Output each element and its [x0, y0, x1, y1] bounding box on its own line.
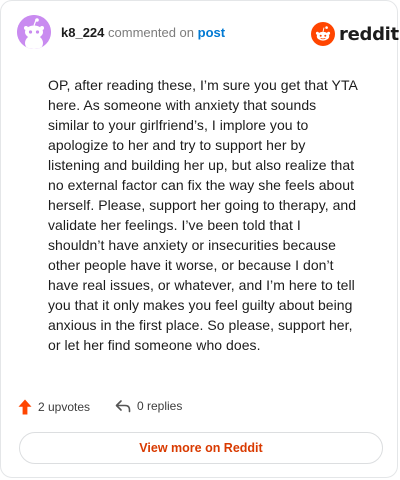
comment-line: no external factor can fix the way she f… [48, 177, 355, 193]
comment-line: other people have it worse, or because I… [48, 257, 334, 273]
user-avatar[interactable] [17, 15, 51, 49]
username[interactable]: k8_224 [61, 25, 104, 40]
comment-body: OP, after reading these, I’m sure you ge… [48, 75, 374, 355]
snoo-avatar-icon [17, 15, 51, 49]
comment-line: apologize to her and try to support her … [48, 137, 306, 153]
comment-line: or let her find someone who does. [48, 337, 261, 353]
comment-line: you that it only makes you feel guilty a… [48, 297, 353, 313]
comment-line: anxious in the first place. So please, s… [48, 317, 353, 333]
reply-count: 0 replies [137, 399, 183, 413]
comment-card: k8_224 commented on post reddit OP, afte… [0, 0, 399, 478]
reddit-logo[interactable]: reddit [311, 21, 399, 47]
reddit-logo-icon [311, 22, 335, 46]
reddit-wordmark: reddit [339, 23, 399, 45]
post-link[interactable]: post [198, 25, 225, 40]
comment-line: similar to your girlfriend’s, I implore … [48, 117, 309, 133]
comment-line: herself. Please, support her going to th… [48, 197, 357, 213]
upvote-control[interactable]: 2 upvotes [18, 399, 90, 415]
view-more-button[interactable]: View more on Reddit [19, 432, 383, 464]
comment-line: listening and building her up, but also … [48, 157, 355, 173]
comment-line: here. As someone with anxiety that sound… [48, 97, 317, 113]
comment-line: shouldn’t have anxiety or insecurities b… [48, 237, 336, 253]
comment-line: validate her feelings. I’ve been told th… [48, 217, 301, 233]
reply-arrow-icon [115, 400, 131, 413]
comment-line: have real issues, or whatever, and I’m h… [48, 277, 355, 293]
commented-on-text: commented on [108, 25, 195, 40]
upvote-count: 2 upvotes [38, 400, 91, 414]
upvote-arrow-icon [18, 399, 32, 415]
reply-control[interactable]: 0 replies [115, 399, 182, 413]
comment-header: k8_224 commented on post [61, 25, 225, 41]
comment-line: OP, after reading these, I’m sure you ge… [48, 77, 358, 93]
